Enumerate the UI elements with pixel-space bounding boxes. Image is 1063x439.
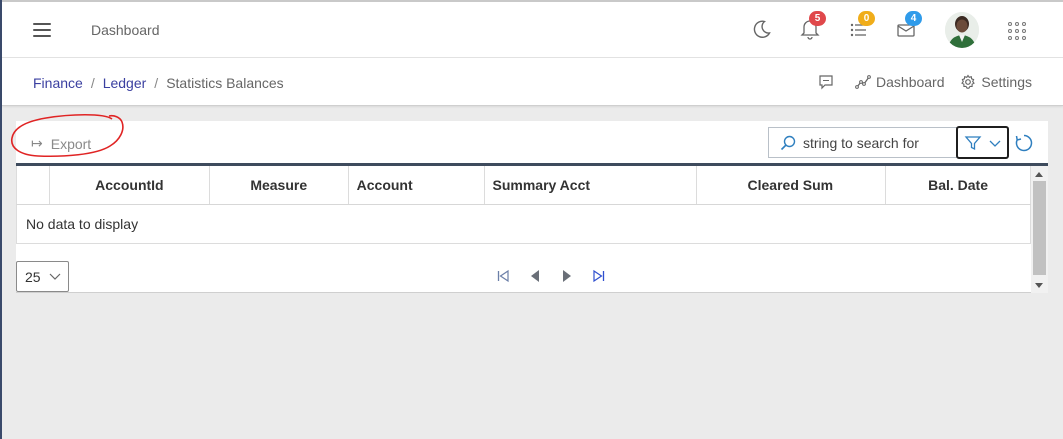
tasks-badge: 0 bbox=[858, 11, 875, 26]
chevron-down-icon bbox=[49, 273, 61, 280]
search-icon bbox=[780, 135, 796, 150]
column-header-cleared-sum[interactable]: Cleared Sum bbox=[697, 166, 887, 204]
data-grid-panel: ↦ Export AccountId Measure Account Summa… bbox=[16, 121, 1048, 293]
previous-page-button[interactable] bbox=[526, 267, 544, 285]
page-size-select[interactable]: 25 bbox=[16, 261, 69, 292]
comment-icon bbox=[819, 75, 833, 90]
breadcrumb-current: Statistics Balances bbox=[166, 75, 284, 91]
top-navbar: Dashboard 5 0 4 bbox=[2, 2, 1063, 58]
settings-link-label: Settings bbox=[981, 74, 1032, 91]
avatar[interactable] bbox=[945, 12, 979, 48]
breadcrumb-ledger[interactable]: Ledger bbox=[103, 75, 147, 91]
empty-state-row: No data to display bbox=[16, 205, 1031, 244]
first-page-button[interactable] bbox=[494, 267, 512, 285]
page-size-value: 25 bbox=[25, 268, 41, 285]
tasks-button[interactable]: 0 bbox=[849, 11, 875, 42]
filter-icon bbox=[964, 135, 981, 150]
scroll-up-arrow-icon[interactable] bbox=[1035, 172, 1043, 177]
refresh-button[interactable] bbox=[1014, 133, 1034, 153]
column-header-summary-acct[interactable]: Summary Acct bbox=[485, 166, 698, 204]
apps-grid-icon[interactable] bbox=[1008, 22, 1028, 42]
column-header-accountid[interactable]: AccountId bbox=[50, 166, 210, 204]
select-column-header[interactable] bbox=[17, 166, 50, 204]
page-title: Dashboard bbox=[91, 22, 160, 38]
grid-header: AccountId Measure Account Summary Acct C… bbox=[16, 166, 1031, 205]
notifications-button[interactable]: 5 bbox=[800, 11, 826, 42]
scrollbar-thumb[interactable] bbox=[1033, 181, 1046, 275]
notifications-badge: 5 bbox=[809, 11, 826, 26]
next-page-button[interactable] bbox=[558, 267, 576, 285]
dashboard-link[interactable]: Dashboard bbox=[855, 74, 945, 90]
messages-badge: 4 bbox=[905, 11, 922, 26]
first-page-icon bbox=[497, 269, 509, 283]
breadcrumb: Finance / Ledger / Statistics Balances bbox=[33, 75, 284, 91]
messages-button[interactable]: 4 bbox=[896, 11, 922, 42]
comments-button[interactable] bbox=[818, 74, 839, 90]
breadcrumb-actions: Dashboard Settings bbox=[806, 73, 1032, 90]
menu-icon[interactable] bbox=[33, 22, 53, 38]
pagination bbox=[494, 267, 622, 285]
breadcrumb-finance[interactable]: Finance bbox=[33, 75, 83, 91]
settings-link[interactable]: Settings bbox=[960, 74, 1032, 90]
next-page-icon bbox=[563, 270, 571, 282]
column-header-bal-date[interactable]: Bal. Date bbox=[886, 166, 1031, 204]
refresh-icon bbox=[1015, 134, 1033, 152]
last-page-button[interactable] bbox=[590, 267, 608, 285]
vertical-scrollbar[interactable] bbox=[1031, 166, 1048, 293]
breadcrumb-bar: Finance / Ledger / Statistics Balances Dashb… bbox=[2, 58, 1063, 106]
previous-page-icon bbox=[531, 270, 539, 282]
chart-line-icon bbox=[855, 75, 871, 90]
last-page-icon bbox=[593, 269, 605, 283]
column-header-account[interactable]: Account bbox=[349, 166, 485, 204]
moon-icon[interactable] bbox=[751, 18, 775, 42]
search-input[interactable] bbox=[803, 134, 953, 151]
chevron-down-icon bbox=[989, 140, 1000, 147]
panel-bottom-border bbox=[16, 292, 1031, 293]
column-header-measure[interactable]: Measure bbox=[210, 166, 349, 204]
search-field[interactable] bbox=[768, 127, 958, 158]
annotation-circle bbox=[11, 113, 124, 158]
dashboard-link-label: Dashboard bbox=[876, 74, 945, 91]
filter-dropdown-button[interactable] bbox=[956, 126, 1009, 159]
scroll-down-arrow-icon[interactable] bbox=[1035, 283, 1043, 288]
gear-icon bbox=[961, 74, 976, 90]
